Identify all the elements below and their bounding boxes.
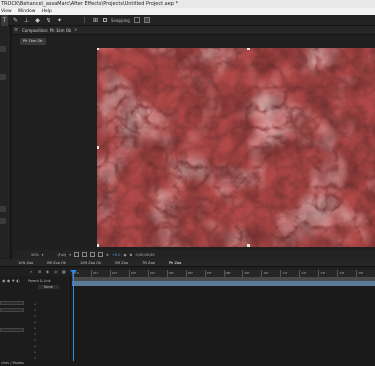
current-time-indicator[interactable] [73, 270, 74, 361]
timeline-tab[interactable]: 10ft Zoo [18, 259, 33, 266]
motion-blur-icon[interactable]: ◎ [54, 269, 58, 274]
ruler-tick: 08f [223, 270, 243, 277]
type-tool-icon[interactable]: T [1, 14, 8, 26]
camera-snapshot-icon[interactable]: ◉ [123, 253, 126, 257]
time-ruler[interactable]: 0:0 01f 02f 03f 04f 05f 06f 07f 08f 09f … [72, 270, 375, 277]
show-snapshot-icon[interactable]: ✿ [130, 253, 133, 257]
transform-handle-tl[interactable] [97, 48, 99, 50]
panel-field-2[interactable] [0, 74, 6, 80]
tools-toolbar: T ✎ ⊥ ◆ ↯ ✦ ⋮ ⊞ Snapping [0, 14, 375, 26]
switches-row: ◉ ◉ ♦ ◐ [2, 278, 20, 283]
layer-field-2[interactable] [0, 308, 24, 312]
channel-icon[interactable]: ⊕ [106, 253, 109, 257]
ruler-tick: 15f [356, 270, 375, 277]
panel-field-4[interactable] [0, 218, 6, 224]
ruler-tick: 10f [261, 270, 280, 277]
parent-dropdown[interactable]: None [38, 285, 59, 289]
region-of-interest-icon[interactable] [74, 252, 80, 257]
snapping-label: Snapping [111, 17, 130, 23]
layer-field-3[interactable] [0, 328, 24, 332]
chevron-down-icon: ▾ [41, 252, 44, 257]
keyframe-icons-column: ▫ ▫ ▫ ▫ ▫ ▫ ▫ ▫ ▫ ▫ [34, 302, 37, 360]
clone-stamp-icon[interactable]: ⊥ [23, 15, 30, 26]
viewer-controls: 50% ▾ (Full) ▾ ⊕ +0.0 ◉ ✿ 0;00;00;00 [13, 250, 375, 259]
tab-close-icon[interactable]: × [74, 27, 77, 32]
resolution-dropdown[interactable]: (Full) [58, 253, 67, 257]
fractal-noise-render [97, 48, 375, 247]
parent-link-label: Parent & Link [28, 279, 51, 283]
ruler-tick: 06f [185, 270, 205, 277]
ruler-tick: 12f [299, 270, 318, 277]
ruler-tick: 02f [109, 270, 129, 277]
draft-3d-icon[interactable]: ◈ [46, 269, 49, 274]
timeline-tab-bar: 10ft Zoo Bfl Zoo Ok 10ft Zoo Ok Bfl Zoo … [0, 259, 375, 267]
snap-option-icon-1[interactable] [133, 17, 140, 23]
timeline-track-area[interactable] [72, 286, 375, 361]
snapping-checkbox[interactable] [103, 18, 107, 22]
chevron-down-icon: ▾ [69, 252, 72, 257]
snap-option-icon-2[interactable] [143, 17, 150, 23]
exposure-value[interactable]: +0.0 [112, 253, 121, 257]
ruler-tick: 01f [90, 270, 110, 277]
panel-field-1[interactable] [0, 46, 6, 52]
ruler-tick: 13f [318, 270, 337, 277]
ruler-tick: 11f [280, 270, 299, 277]
composition-subtab[interactable]: Ph 1km Ok [20, 38, 46, 45]
zoom-dropdown[interactable]: 50% [31, 253, 39, 257]
comp-flowchart-icon[interactable]: ⊞ [38, 269, 41, 274]
brush-tool-icon[interactable]: ✎ [12, 15, 19, 26]
ruler-tick: 05f [166, 270, 186, 277]
transform-handle-bl[interactable] [97, 244, 99, 247]
eraser-icon[interactable]: ◆ [34, 15, 41, 26]
ruler-tick: 09f [242, 270, 261, 277]
mask-visibility-icon[interactable] [90, 252, 96, 257]
layer-field-1[interactable] [0, 301, 24, 305]
panel-field-3[interactable] [0, 206, 6, 212]
transform-handle-bc[interactable] [247, 244, 250, 247]
ruler-tick: 04f [147, 270, 167, 277]
viewer-timecode[interactable]: 0;00;00;00 [135, 253, 154, 257]
snap-grid-icon[interactable]: ⋮ [81, 15, 88, 26]
ruler-tick: 14f [337, 270, 356, 277]
ruler-tick: 03f [128, 270, 148, 277]
puppet-pin-icon[interactable]: ✦ [56, 15, 63, 26]
toggle-switches-modes[interactable]: ches / Modes [0, 361, 375, 366]
composition-tab[interactable]: Composition: Ph 1km Ok [22, 27, 71, 35]
graph-editor-icon[interactable]: ▦ [62, 269, 66, 274]
transform-handle-tc[interactable] [247, 48, 250, 50]
timeline-tab[interactable]: Bfl Zoo [115, 259, 128, 266]
composition-tab-bar: ≡ Composition: Ph 1km Ok × [13, 26, 375, 35]
ruler-tick: 07f [204, 270, 224, 277]
layer-panel: ◉ ◉ ♦ ◐ Parent & Link None ▫ ▫ ▫ ▫ ▫ ▫ ▫ ▫ ▫ ▫ [0, 276, 71, 361]
guides-icon[interactable] [98, 252, 104, 257]
timeline-tab[interactable]: 10ft Zoo Ok [80, 259, 101, 266]
transparency-grid-icon[interactable] [82, 252, 88, 257]
project-panel-collapsed [0, 26, 11, 258]
window-title: TROCK\Behance\_assaMarc\After Effects\Pr… [0, 0, 375, 8]
composition-viewer[interactable] [97, 48, 375, 247]
timeline-tab[interactable]: Bfl Zoo Ok [47, 259, 66, 266]
timeline-tab-active[interactable]: Ph Zoo [169, 259, 181, 266]
search-layers-icon[interactable]: ⌕ [30, 269, 32, 274]
roto-brush-icon[interactable]: ↯ [45, 15, 52, 26]
snap-align-icon[interactable]: ⊞ [92, 15, 99, 26]
timeline-tab[interactable]: 7ft Zoo [142, 259, 155, 266]
transform-handle-ml[interactable] [97, 146, 99, 149]
menu-hamburger-icon[interactable]: ≡ [14, 27, 18, 33]
